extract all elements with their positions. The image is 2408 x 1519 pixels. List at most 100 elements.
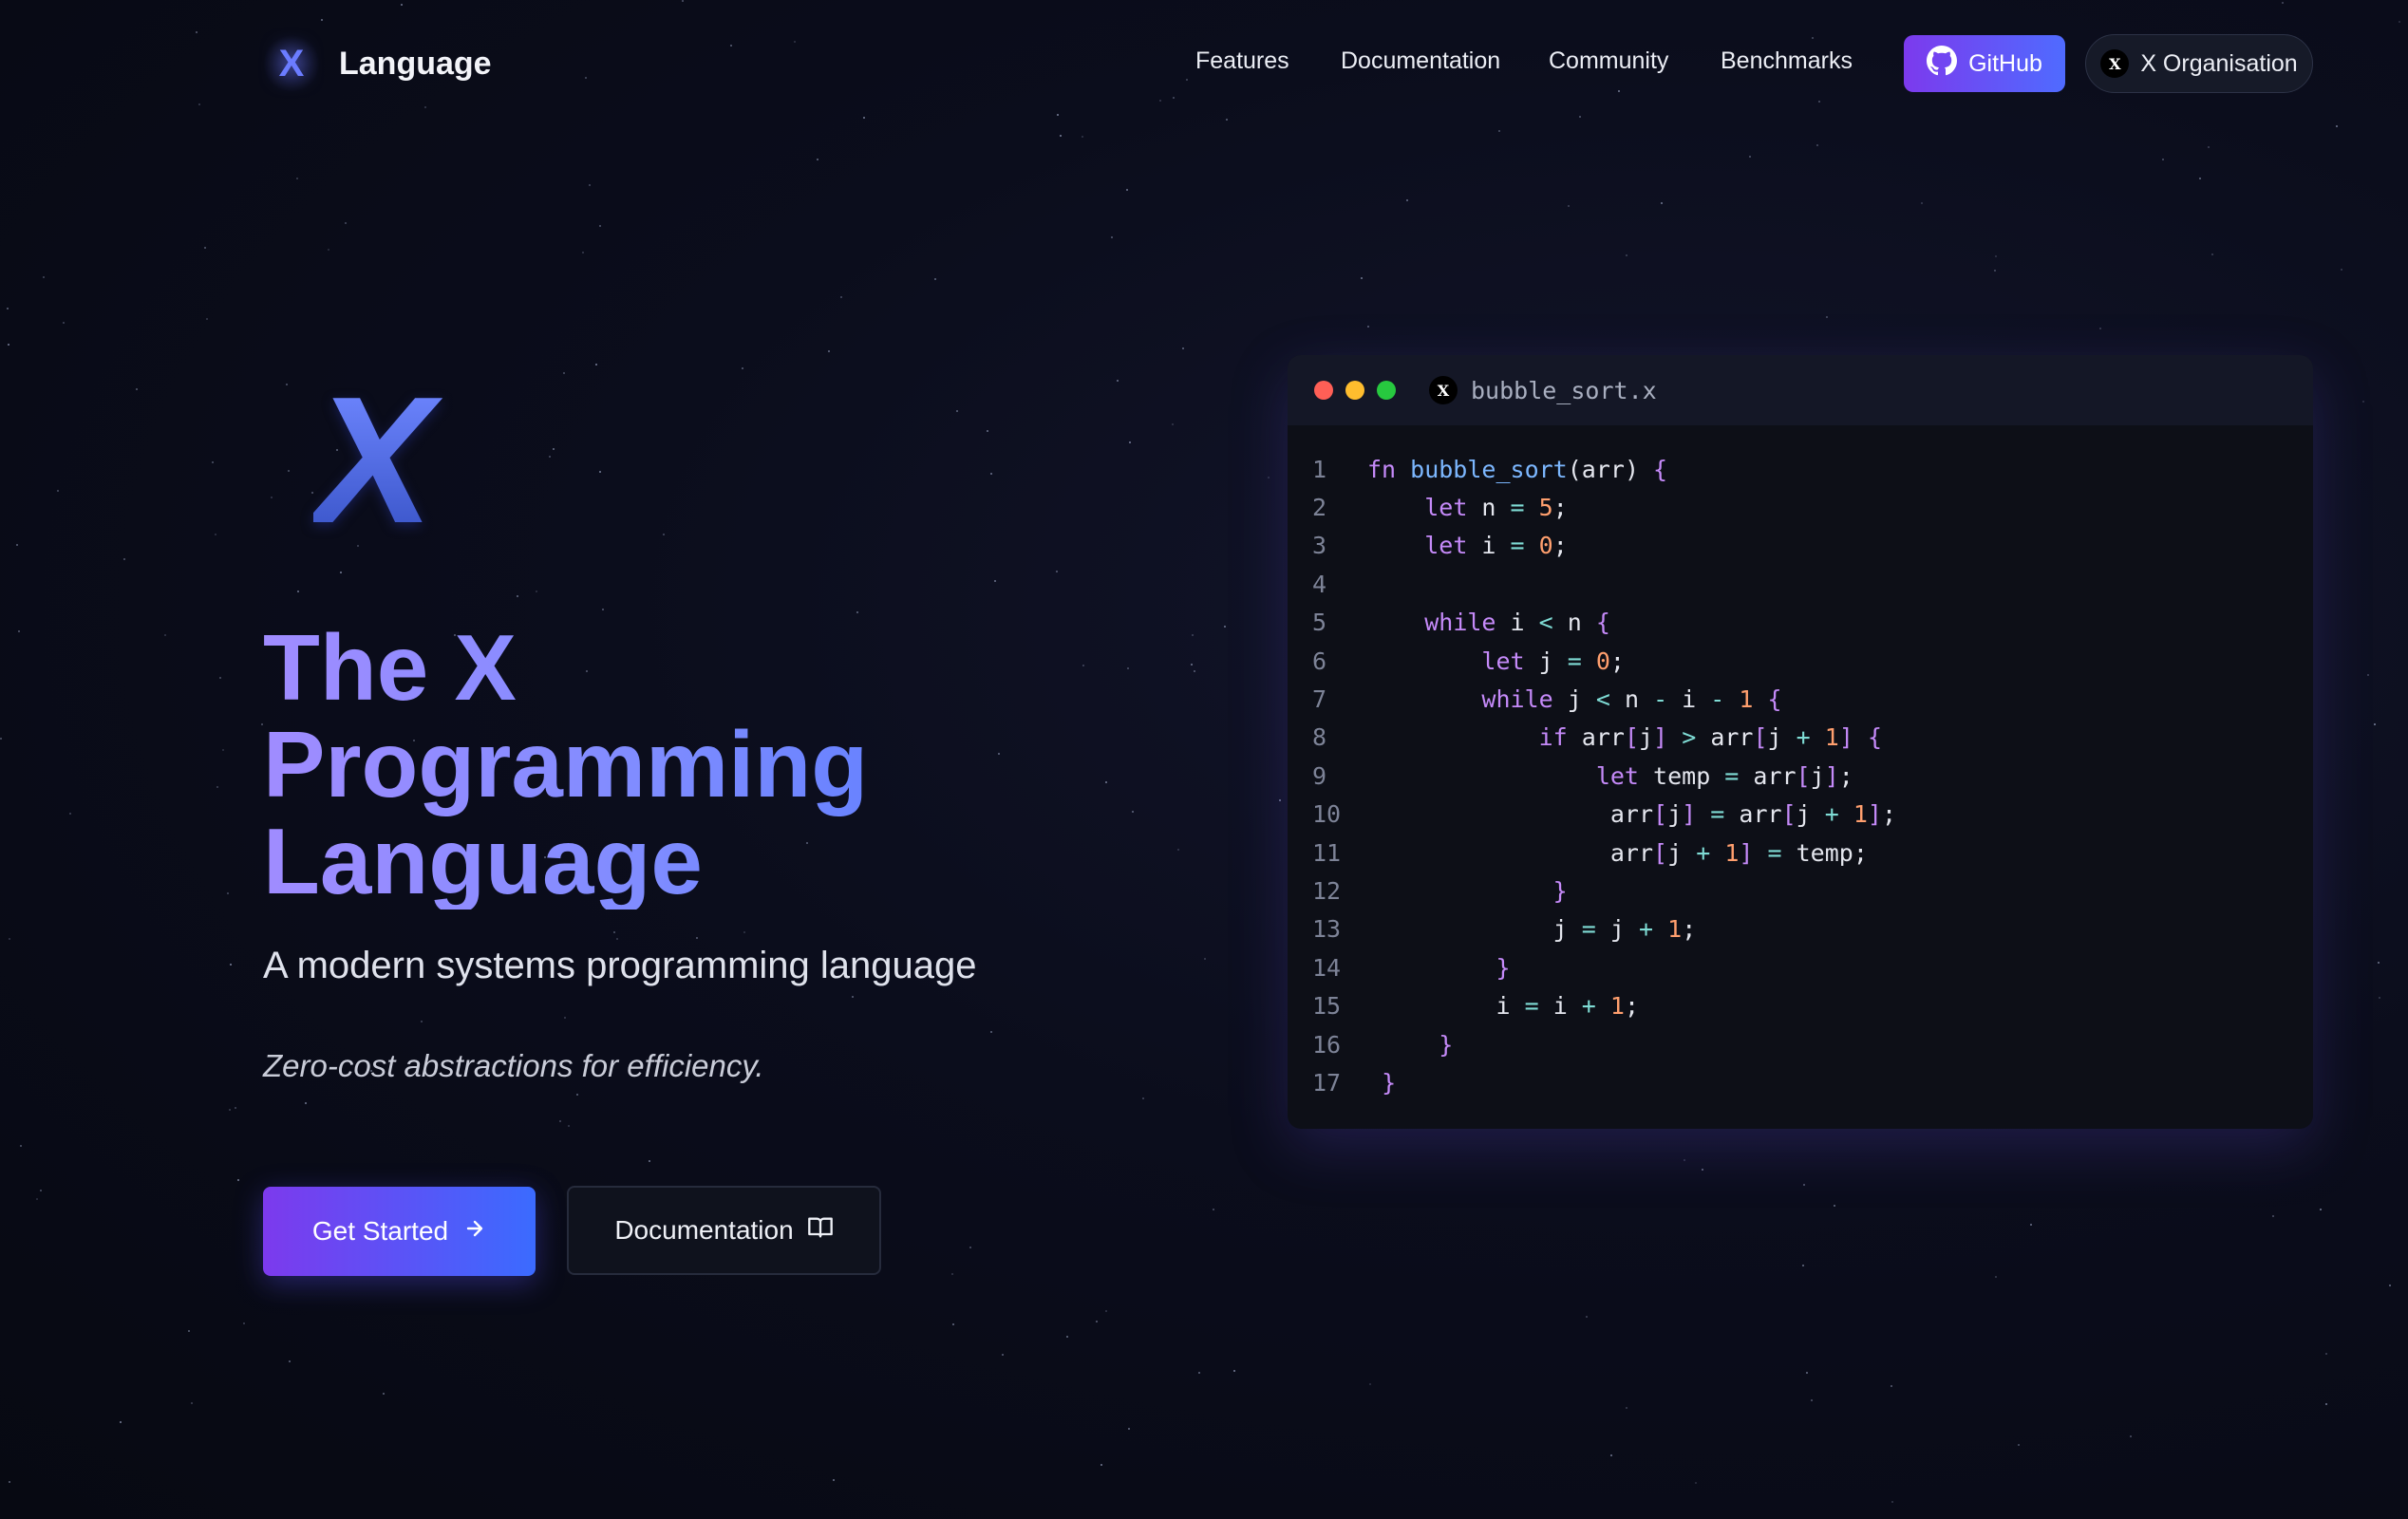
github-icon (1927, 45, 1958, 83)
star-decoration (1204, 958, 1206, 960)
code-token: let (1424, 532, 1468, 560)
star-decoration (1361, 277, 1363, 279)
star-decoration (123, 558, 125, 560)
brand[interactable]: X Language (263, 34, 492, 93)
window-minimize-dot[interactable] (1345, 381, 1364, 400)
star-decoration (649, 1160, 650, 1162)
x-logo-icon: X (263, 35, 320, 92)
star-decoration (9, 938, 10, 940)
nav-link-benchmarks[interactable]: Benchmarks (1721, 47, 1853, 75)
line-number: 3 (1312, 532, 1327, 560)
code-token: arr (1367, 838, 1654, 867)
line-number: 1 (1312, 455, 1327, 483)
star-decoration (421, 1021, 423, 1022)
x-organisation-button[interactable]: X X Organisation (2085, 34, 2313, 93)
star-decoration (20, 1145, 22, 1147)
star-decoration (1995, 1276, 1997, 1278)
code-token: 5 (1538, 494, 1553, 522)
code-token: + (1581, 992, 1596, 1021)
star-decoration (2341, 269, 2342, 271)
code-token: [ (1796, 761, 1811, 790)
code-token: { (1767, 685, 1782, 714)
code-token: + (1824, 800, 1839, 829)
code-token: bubble_sort (1410, 455, 1568, 483)
window-close-dot[interactable] (1314, 381, 1333, 400)
star-decoration (595, 364, 597, 366)
github-button[interactable]: GitHub (1904, 35, 2065, 92)
star-decoration (568, 1125, 570, 1127)
code-text: let n = 5; (1367, 494, 1568, 521)
hero-title-line2: Programming (263, 712, 869, 816)
nav-link-community[interactable]: Community (1549, 47, 1668, 75)
code-token: = (1567, 647, 1582, 675)
code-text: arr[j] = arr[j + 1]; (1367, 800, 1896, 828)
code-token: i (1667, 685, 1711, 714)
star-decoration (1127, 667, 1129, 669)
star-decoration (2367, 674, 2369, 676)
code-line: 5 while i < n { (1288, 604, 2313, 642)
hero-tagline: Zero-cost abstractions for efficiency. (263, 1048, 764, 1083)
star-decoration (1126, 189, 1128, 191)
star-decoration (1995, 255, 1997, 257)
line-number: 9 (1312, 761, 1327, 790)
star-decoration (286, 384, 288, 385)
star-decoration (57, 490, 59, 492)
code-line: 13 j = j + 1; (1288, 910, 2313, 948)
code-text: } (1367, 953, 1511, 982)
star-decoration (2130, 1435, 2132, 1437)
star-decoration (1002, 1354, 1004, 1356)
line-number: 15 (1312, 992, 1342, 1021)
star-decoration (559, 1120, 561, 1122)
star-decoration (0, 738, 2, 740)
code-text: let temp = arr[j]; (1367, 762, 1853, 790)
code-token: i (1467, 532, 1511, 560)
code-token: ; (1552, 494, 1568, 522)
star-decoration (828, 350, 830, 352)
star-decoration (16, 544, 18, 546)
star-decoration (2018, 1444, 2020, 1446)
code-line: 9 let temp = arr[j]; (1288, 757, 2313, 795)
code-token: } (1496, 953, 1511, 982)
star-decoration (204, 247, 206, 249)
star-decoration (63, 322, 65, 324)
star-decoration (219, 677, 221, 679)
star-decoration (1066, 1336, 1068, 1338)
line-number: 6 (1312, 647, 1327, 675)
star-decoration (2320, 1209, 2322, 1210)
star-decoration (856, 611, 858, 613)
nav-link-features[interactable]: Features (1195, 47, 1289, 75)
star-decoration (1213, 1209, 1214, 1210)
code-token: < (1595, 685, 1610, 714)
code-line: 8 if arr[j] > arr[j + 1] { (1288, 719, 2313, 757)
code-token: } (1552, 876, 1568, 905)
github-label: GitHub (1968, 49, 2042, 77)
star-decoration (191, 1402, 193, 1404)
code-token: = (1581, 915, 1596, 944)
star-decoration (1826, 316, 1828, 318)
code-text: } (1367, 1031, 1453, 1059)
documentation-button[interactable]: Documentation (567, 1186, 881, 1275)
code-token: ] (1867, 800, 1882, 829)
nav-link-documentation[interactable]: Documentation (1341, 47, 1500, 75)
hero-x-logo: X (313, 370, 446, 551)
code-text: arr[j + 1] = temp; (1367, 839, 1868, 867)
star-decoration (1192, 634, 1194, 636)
star-decoration (297, 591, 299, 592)
star-decoration (1129, 441, 1131, 443)
code-token: = (1524, 992, 1539, 1021)
code-token: ] (1739, 838, 1754, 867)
get-started-button[interactable]: Get Started (263, 1187, 536, 1276)
code-text: j = j + 1; (1367, 915, 1697, 944)
code-token: j (1552, 685, 1596, 714)
code-token: j (1367, 915, 1582, 944)
code-token: (arr) (1567, 455, 1654, 483)
star-decoration (994, 580, 996, 582)
window-maximize-dot[interactable] (1377, 381, 1396, 400)
